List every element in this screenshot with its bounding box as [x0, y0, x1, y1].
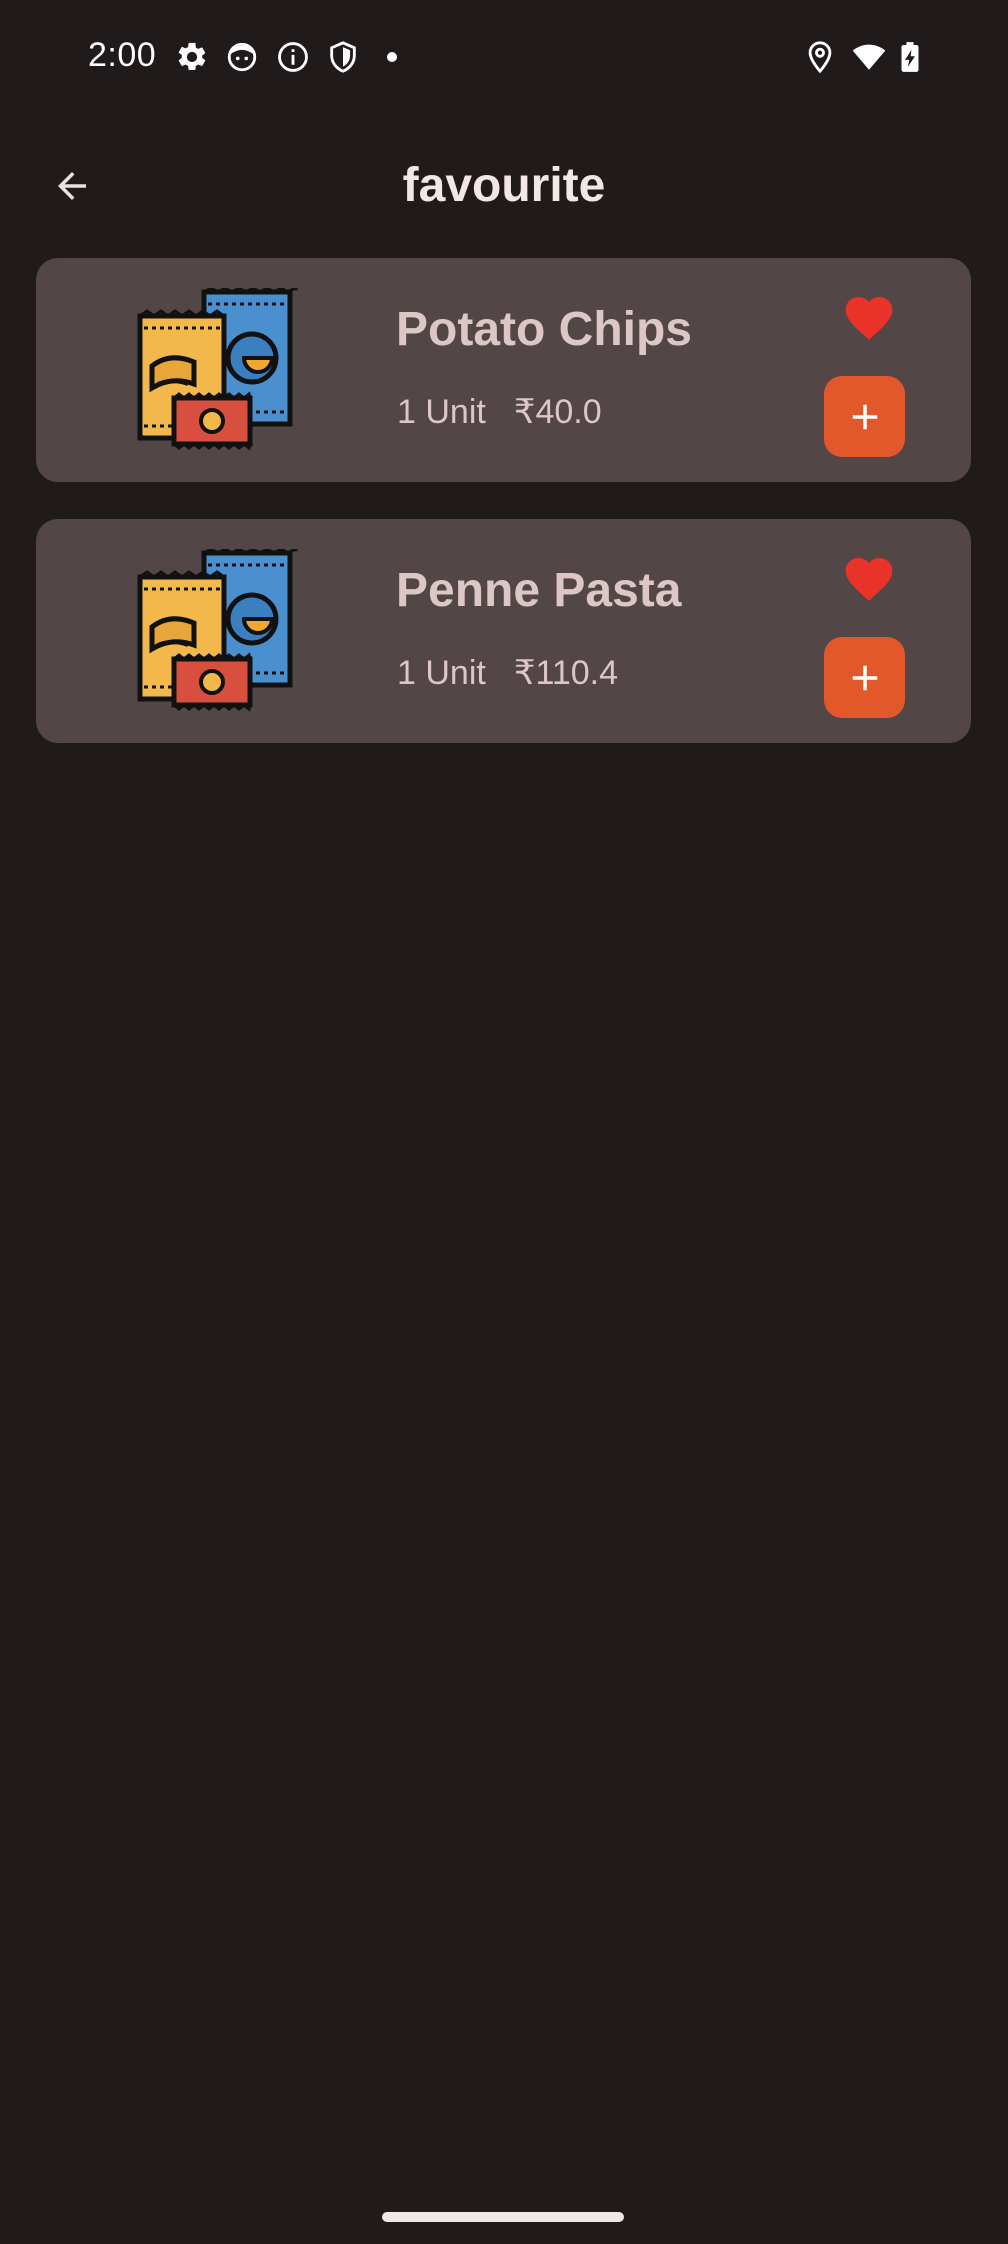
status-bar: 2:00 — [0, 0, 1008, 112]
favourite-item-card[interactable]: Penne Pasta 1 Unit ₹110.4 — [36, 519, 971, 743]
shield-icon — [330, 41, 356, 73]
item-name: Penne Pasta — [396, 564, 682, 617]
add-to-cart-button[interactable] — [824, 637, 905, 718]
wifi-icon — [852, 44, 886, 70]
snacks-icon — [132, 549, 302, 714]
face-icon — [227, 42, 257, 72]
info-icon — [278, 42, 308, 72]
favourites-screen: 2:00 favourite Potato Chips 1 Unit ₹40.0… — [0, 0, 1008, 2244]
favourite-toggle-button[interactable] — [836, 288, 902, 348]
item-meta: 1 Unit ₹40.0 — [397, 392, 602, 432]
heart-icon — [841, 290, 897, 346]
item-meta: 1 Unit ₹110.4 — [397, 653, 618, 693]
item-unit: 1 Unit — [397, 654, 486, 692]
item-name: Potato Chips — [396, 303, 692, 356]
favourite-item-card[interactable]: Potato Chips 1 Unit ₹40.0 — [36, 258, 971, 482]
gesture-nav-handle[interactable] — [382, 2212, 624, 2222]
favourite-toggle-button[interactable] — [836, 549, 902, 609]
app-bar: favourite — [0, 130, 1008, 240]
settings-icon — [178, 42, 206, 71]
plus-icon — [852, 665, 877, 690]
battery-charging-icon — [901, 42, 919, 72]
snacks-icon — [132, 288, 302, 453]
item-price: ₹40.0 — [513, 393, 602, 431]
notification-dot — [387, 52, 397, 62]
page-title: favourite — [402, 159, 606, 212]
plus-icon — [852, 404, 877, 429]
add-to-cart-button[interactable] — [824, 376, 905, 457]
heart-icon — [841, 551, 897, 607]
item-price: ₹110.4 — [513, 654, 619, 692]
location-icon — [808, 41, 832, 74]
status-time: 2:00 — [88, 36, 157, 74]
item-unit: 1 Unit — [397, 393, 486, 431]
